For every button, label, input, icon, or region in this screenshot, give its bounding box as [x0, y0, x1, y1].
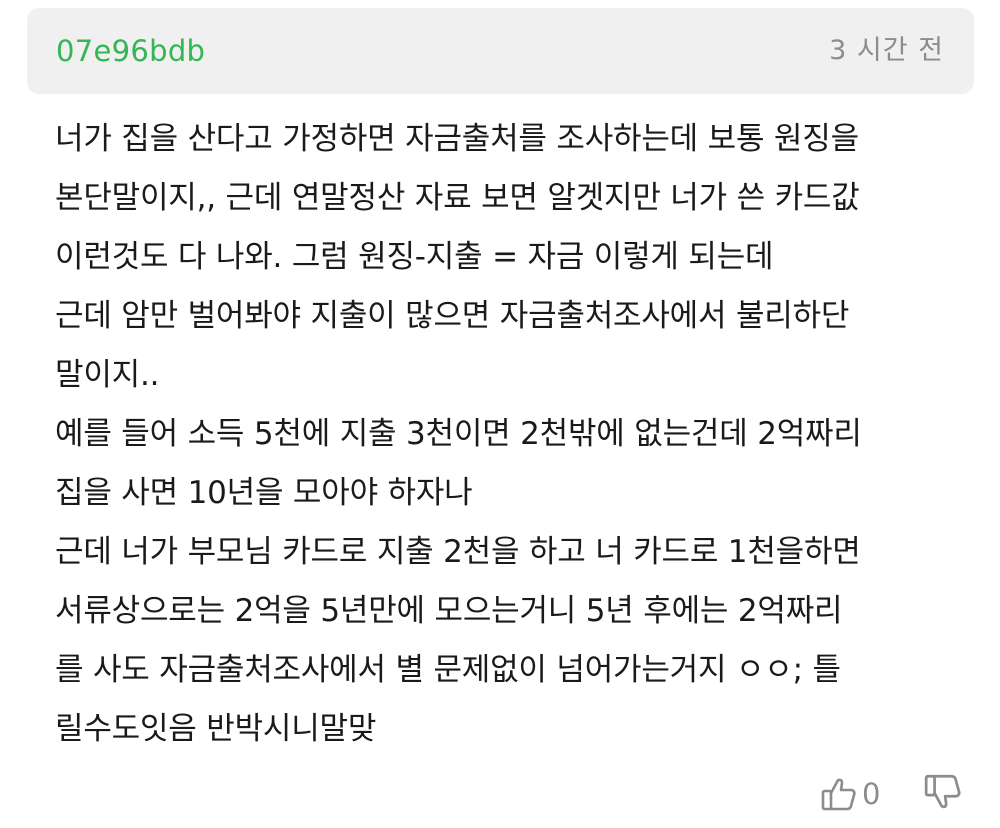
- comment-timestamp: 3 시간 전: [829, 35, 944, 66]
- comment-header: 07e96bdb 3 시간 전: [27, 8, 974, 94]
- comment-actions: 0: [760, 764, 1000, 820]
- comment-line: 이런것도 다 나와. 그럼 원징-지출 = 자금 이렇게 되는데: [55, 239, 774, 275]
- author-name[interactable]: 07e96bdb: [56, 32, 205, 70]
- comment-line: 예를 들어 소득 5천에 지출 3천이면 2천밖에 없는건데 2억짜리: [55, 416, 862, 452]
- comment-body: 너가 집을 산다고 가정하면 자금출처를 조사하는데 보통 원징을 본단말이지,…: [55, 110, 980, 759]
- like-button[interactable]: 0: [820, 772, 890, 816]
- comment-line: 본단말이지,, 근데 연말정산 자료 보면 알겟지만 너가 쓴 카드값: [55, 180, 860, 216]
- thumbs-down-icon: [923, 772, 963, 812]
- comment-line: 말이지..: [55, 357, 160, 393]
- like-count: 0: [862, 777, 881, 811]
- comment-line: 너가 집을 산다고 가정하면 자금출처를 조사하는데 보통 원징을: [55, 121, 859, 157]
- dislike-button[interactable]: [923, 772, 967, 816]
- comment-line: 릴수도잇음 반박시니말맞: [55, 711, 377, 747]
- comment-line: 집을 사면 10년을 모아야 하자나: [55, 475, 473, 511]
- comment-line: 근데 암만 벌어봐야 지출이 많으면 자금출처조사에서 불리하단: [55, 298, 850, 334]
- comment-card: 07e96bdb 3 시간 전 너가 집을 산다고 가정하면 자금출처를 조사하…: [0, 0, 1000, 828]
- comment-line: 근데 너가 부모님 카드로 지출 2천을 하고 너 카드로 1천을하면: [55, 534, 861, 570]
- comment-line: 를 사도 자금출처조사에서 별 문제없이 넘어가는거지 ㅇㅇ; 틀: [55, 652, 841, 688]
- comment-line: 서류상으로는 2억을 5년만에 모으는거니 5년 후에는 2억짜리: [55, 593, 843, 629]
- thumbs-up-icon: [820, 775, 858, 813]
